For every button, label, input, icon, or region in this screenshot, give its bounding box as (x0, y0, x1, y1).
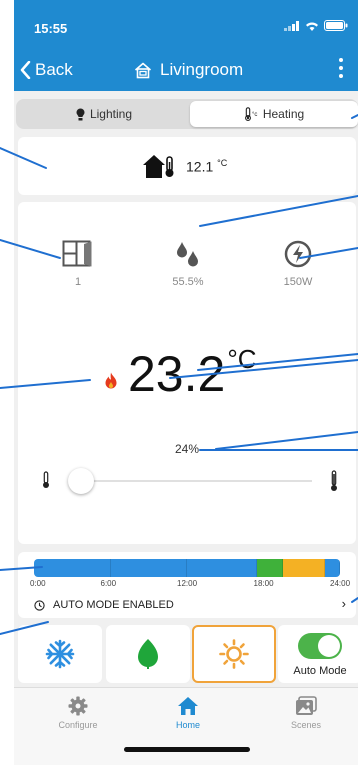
power-meter-icon (284, 240, 312, 268)
svg-text:°c: °c (252, 112, 257, 118)
tab-configure[interactable]: Configure (38, 696, 118, 730)
flame-icon (105, 372, 117, 389)
auto-mode-tile: Auto Mode (278, 625, 358, 683)
humidity-stat: 55.5% (148, 240, 228, 288)
outdoor-temperature-value: 12.1 °C (186, 157, 228, 175)
leaf-icon (138, 639, 158, 669)
wifi-icon (306, 22, 318, 31)
cool-mode-button[interactable] (18, 625, 102, 683)
tab-home-label: Home (175, 720, 200, 730)
schedule-segment (110, 559, 187, 577)
schedule-segment (257, 559, 283, 577)
eco-mode-button[interactable] (106, 625, 190, 683)
slider-thumb[interactable] (68, 468, 94, 494)
scenes-icon (296, 696, 317, 715)
phone-screen: 15:55 Back Livingroom Lighting °c Heatin… (14, 0, 358, 765)
windows-stat: 1 (38, 240, 118, 288)
top-bar: 15:55 Back Livingroom (14, 0, 358, 91)
auto-mode-toggle[interactable] (298, 633, 342, 659)
tab-heating[interactable]: °c Heating (190, 101, 358, 127)
power-value: 150W (283, 276, 313, 288)
tab-scenes[interactable]: Scenes (266, 696, 346, 730)
clock-icon (34, 599, 45, 611)
tab-scenes-label: Scenes (290, 720, 322, 730)
schedule-segment (34, 559, 111, 577)
windows-open-count: 1 (74, 276, 82, 288)
home-screen-icon (134, 62, 152, 78)
auto-mode-toggle-label: Auto Mode (293, 665, 347, 677)
climate-card: 1 55.5% 150W 23.2 °C 24% (18, 202, 356, 544)
tab-heating-label: Heating (262, 107, 305, 121)
page-title: Livingroom (134, 60, 243, 80)
back-chevron-icon (20, 61, 31, 79)
segmented-control: Lighting °c Heating (16, 99, 358, 129)
outdoor-temperature: 12.1 °C (142, 153, 227, 179)
home-icon (178, 697, 198, 715)
more-vertical-icon (339, 58, 343, 62)
outdoor-temperature-card: 12.1 °C (18, 137, 356, 195)
schedule-card[interactable]: 0:00 6:00 12:00 18:00 24:00 AUTO MODE ENABLE… (18, 552, 356, 618)
water-drops-icon (177, 242, 198, 267)
page-title-text: Livingroom (160, 60, 244, 79)
valve-opening: 24% (174, 442, 200, 456)
auto-mode-status: AUTO MODE ENABLED (34, 599, 174, 611)
thermometer-icon: °c (244, 107, 257, 121)
sun-icon (219, 639, 249, 669)
auto-mode-label: AUTO MODE ENABLED (53, 599, 174, 611)
schedule-tick-label: 18:00 (253, 579, 274, 588)
tab-bar: Configure Home Scenes (14, 687, 358, 765)
tab-home[interactable]: Home (148, 696, 228, 730)
signal-icon (284, 20, 299, 31)
slider-track (68, 480, 312, 482)
setpoint-value: 23.2 (128, 346, 226, 402)
thermometer-low-icon (43, 471, 49, 488)
tab-configure-label: Configure (58, 720, 98, 730)
bulb-icon (76, 108, 85, 120)
back-label: Back (35, 60, 73, 79)
schedule-tick-label: 6:00 (100, 579, 117, 588)
schedule-tick-label: 24:00 (330, 579, 351, 588)
schedule-tick-label: 0:00 (30, 579, 46, 588)
heat-mode-button[interactable] (192, 625, 276, 683)
schedule-segment (282, 559, 325, 577)
tab-lighting-label: Lighting (89, 107, 133, 121)
temperature-slider[interactable] (42, 468, 338, 494)
tab-lighting[interactable]: Lighting (20, 101, 188, 127)
schedule-segment (187, 559, 258, 577)
gear-icon (68, 696, 88, 716)
humidity-value: 55.5% (172, 276, 204, 288)
back-button[interactable]: Back (20, 60, 73, 80)
battery-icon (324, 20, 348, 31)
window-icon (62, 240, 92, 267)
setpoint-display: 23.2 °C (104, 344, 257, 404)
power-stat: 150W (258, 240, 338, 288)
schedule-timeline (34, 559, 340, 577)
chevron-right-icon[interactable]: › (342, 596, 346, 611)
more-menu-button[interactable] (338, 56, 344, 80)
toggle-knob (318, 635, 340, 657)
status-icons (284, 20, 348, 31)
house-thermometer-icon (143, 155, 174, 178)
schedule-segment (324, 559, 340, 577)
setpoint-unit: °C (227, 344, 257, 374)
home-indicator (124, 747, 250, 752)
snowflake-icon (45, 639, 75, 669)
thermometer-high-icon (331, 470, 337, 491)
schedule-tick-label: 12:00 (177, 579, 198, 588)
status-time: 15:55 (34, 21, 68, 36)
